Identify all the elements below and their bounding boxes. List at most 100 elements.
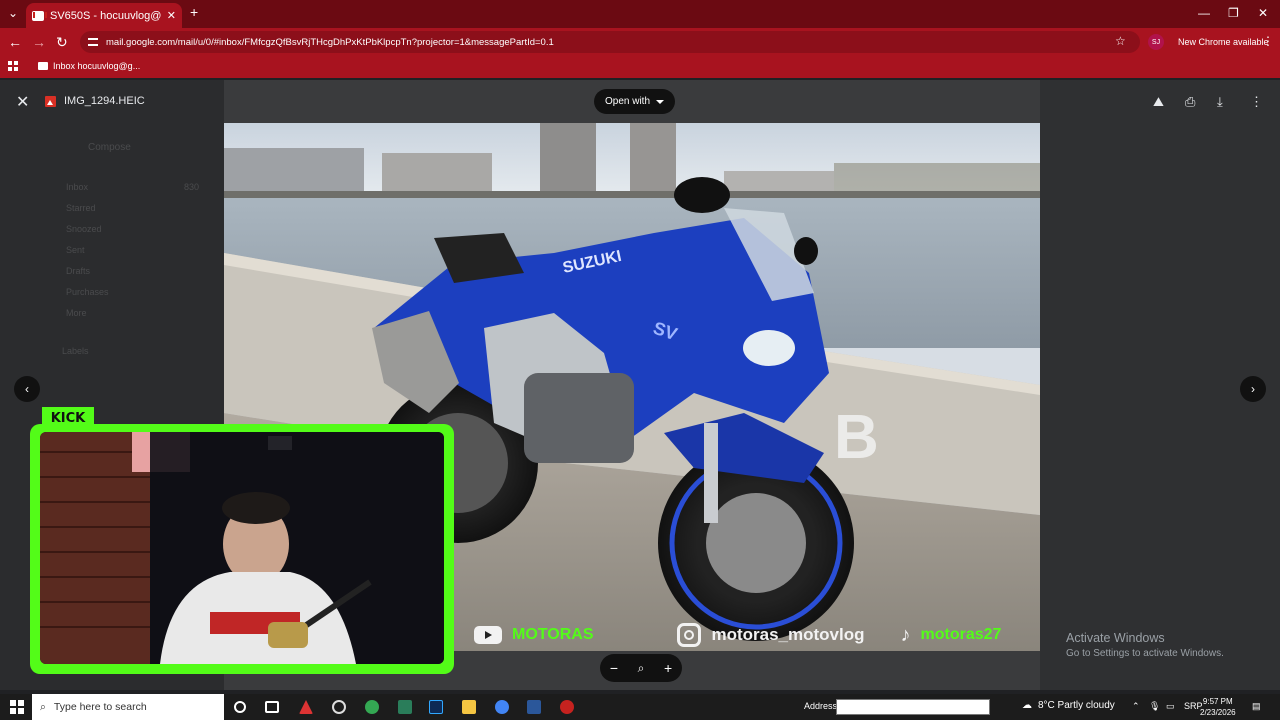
more-options-icon[interactable]: ⋮ [1250, 94, 1263, 110]
reload-icon[interactable]: ↻ [56, 34, 68, 51]
forward-arrow-icon[interactable]: → [32, 34, 46, 50]
engine [524, 373, 634, 463]
tower [630, 123, 676, 193]
open-with-button[interactable]: Open with [594, 89, 675, 114]
windows-start-icon[interactable] [10, 700, 24, 714]
browser-toolbar: ← → ↻ mail.google.com/mail/u/0/#inbox/FM… [0, 28, 1280, 56]
cortana-icon[interactable] [234, 701, 246, 713]
profile-avatar[interactable]: SJ [1148, 34, 1164, 50]
compose-button: Compose [88, 142, 131, 153]
zoom-out-icon[interactable]: − [610, 660, 618, 676]
photoshop-icon[interactable] [429, 700, 443, 714]
print-icon[interactable]: ⎙ [1185, 94, 1195, 110]
chrome-menu-icon[interactable]: ⋮ [1262, 34, 1274, 48]
streamer-hair [222, 492, 290, 524]
brake-disc [706, 493, 806, 593]
open-with-label: Open with [604, 96, 651, 107]
back-arrow-icon[interactable]: ← [8, 34, 22, 50]
left-mirror [674, 177, 730, 213]
nav-item-drafts: Drafts [66, 266, 91, 276]
kick-logo: KICK [42, 407, 94, 429]
bookmark-inbox[interactable]: Inbox hocuuvlog@g... [38, 61, 140, 71]
nav-item-sent: Sent [66, 245, 85, 255]
bookmark-star-icon[interactable]: ☆ [1115, 34, 1126, 48]
clock-date: 2/23/2026 [1200, 708, 1236, 717]
zoom-magnifier-icon[interactable]: ⌕ [638, 661, 645, 676]
app-icon[interactable] [398, 700, 412, 714]
browser-tab-active[interactable]: SV650S - hocuuvlog@gmail.co ✕ [26, 3, 182, 28]
file-explorer-icon[interactable] [462, 700, 476, 714]
building [382, 153, 492, 191]
close-window-icon[interactable]: ✕ [1258, 6, 1268, 20]
chrome-icon[interactable] [365, 700, 379, 714]
bookmark-label: Inbox hocuuvlog@g... [53, 61, 141, 71]
bookmarks-bar: Inbox hocuuvlog@g... [0, 56, 1280, 78]
right-mirror [794, 237, 818, 265]
caret-down-icon [656, 99, 665, 104]
new-tab-plus-icon[interactable]: + [190, 4, 198, 20]
zoom-controls: − ⌕ + [600, 654, 682, 682]
weather-widget[interactable]: ☁ 8°C Partly cloudy [1022, 700, 1115, 711]
obs-icon[interactable] [332, 700, 346, 714]
autocad-icon[interactable] [299, 700, 313, 714]
headlight [743, 330, 795, 366]
previous-image-button[interactable]: ‹ [14, 376, 40, 402]
windows-taskbar: ⌕ Type here to search Address ☁ 8°C Part… [0, 694, 1280, 720]
download-icon[interactable]: ⤓ [1217, 94, 1223, 110]
address-toolbar-input[interactable] [836, 699, 990, 715]
zoom-in-icon[interactable]: + [664, 660, 672, 676]
task-view-icon[interactable] [265, 701, 279, 713]
address-bar[interactable]: mail.google.com/mail/u/0/#inbox/FMfcgzQf… [80, 31, 1140, 53]
add-to-drive-icon[interactable]: ⛰ [1153, 94, 1164, 110]
watermark-bar: MOTORAS motoras_motovlog ♪ motoras27 [474, 623, 1001, 647]
microphone-tray-icon[interactable]: 🎙 [1149, 701, 1160, 712]
partly-cloudy-icon: ☁ [1022, 700, 1032, 711]
clock-time: 9:57 PM [1202, 697, 1233, 706]
tab-search-chevron-icon[interactable]: ⌄ [8, 6, 18, 20]
youtube-icon [474, 626, 502, 644]
gmail-favicon-icon [32, 10, 47, 21]
next-image-button[interactable]: › [1240, 376, 1266, 402]
tab-title: SV650S - hocuuvlog@gmail.co [50, 9, 161, 22]
notifications-icon[interactable]: ▤ [1252, 701, 1261, 712]
apps-grid-icon[interactable] [8, 61, 18, 71]
close-viewer-icon[interactable]: ✕ [16, 92, 29, 112]
nav-item-purchases: Purchases [66, 287, 109, 297]
new-chrome-available-button[interactable]: New Chrome available [1170, 32, 1277, 52]
nav-item-starred: Starred [66, 203, 96, 213]
word-icon[interactable] [527, 700, 541, 714]
tower [540, 123, 596, 193]
tiktok-icon: ♪ [900, 623, 911, 646]
labels-heading: Labels [62, 346, 89, 356]
tab-strip: ⌄ SV650S - hocuuvlog@gmail.co ✕ + — ❐ ✕ [0, 0, 1280, 28]
nav-item-snoozed: Snoozed [66, 224, 102, 234]
system-clock[interactable]: 9:57 PM 2/23/2026 [1200, 696, 1236, 718]
webcam-illustration [40, 432, 444, 664]
address-toolbar-label: Address [804, 701, 838, 711]
front-fork [704, 423, 718, 523]
network-icon[interactable]: ▭ [1166, 701, 1175, 712]
webcam-feed [40, 432, 444, 664]
nav-item-inbox: Inbox [66, 182, 89, 192]
tray-chevron-icon[interactable]: ⌃ [1132, 701, 1140, 712]
chrome-profile-icon[interactable] [560, 700, 574, 714]
microphone [268, 622, 308, 648]
far-bank [224, 191, 1040, 199]
taskbar-search-input[interactable]: ⌕ Type here to search [32, 694, 224, 720]
watermark-instagram: motoras_motovlog [711, 625, 865, 644]
activate-windows-title: Activate Windows [1066, 631, 1165, 645]
weather-text: 8°C Partly cloudy [1038, 700, 1115, 711]
activate-windows-subtitle: Go to Settings to activate Windows. [1066, 648, 1224, 659]
building [224, 148, 364, 193]
building [724, 171, 834, 193]
nav-item-more: More [66, 308, 87, 318]
instagram-icon [677, 623, 702, 647]
search-icon: ⌕ [40, 700, 46, 713]
minimize-icon[interactable]: — [1198, 6, 1210, 20]
inbox-count: 830 [184, 182, 200, 192]
site-info-icon[interactable] [88, 38, 98, 46]
chrome-icon-2[interactable] [495, 700, 509, 714]
trees [834, 163, 1040, 193]
tab-close-icon[interactable]: ✕ [167, 9, 176, 22]
restore-window-icon[interactable]: ❐ [1228, 6, 1239, 20]
